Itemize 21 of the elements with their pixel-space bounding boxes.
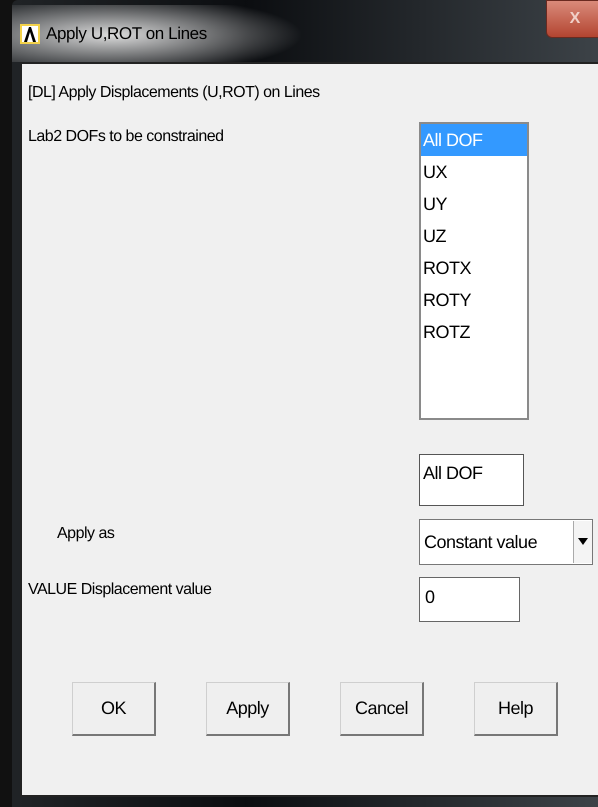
dofs-label: Lab2 DOFs to be constrained [28,127,225,147]
selection-field[interactable]: All DOF [419,454,524,506]
value-label: VALUE Displacement value [28,580,212,600]
dof-list-item[interactable]: ROTY [421,284,527,316]
window-title: Apply U,ROT on Lines [46,24,207,44]
dialog-heading: [DL] Apply Displacements (U,ROT) on Lines [28,84,321,103]
dof-list-item[interactable]: UX [421,156,527,188]
logo-icon [20,24,40,44]
dialog-button[interactable]: Cancel [340,682,424,736]
dof-list-item[interactable]: ROTX [421,252,527,284]
dialog-button[interactable]: Help [474,682,558,736]
dof-list-item[interactable]: UY [421,188,527,220]
dialog-button[interactable]: Apply [206,682,290,736]
value-field[interactable]: 0 [419,577,520,622]
dof-list-item[interactable]: UZ [421,220,527,252]
dialog-button[interactable]: OK [72,682,156,736]
dof-list-item[interactable]: ROTZ [421,316,527,348]
dropdown-arrow-icon [578,538,588,546]
apply-as-label: Apply as [56,524,116,544]
dof-listbox[interactable]: All DOF UX UY UZ ROTX ROTY ROTZ [419,122,529,420]
apply-as-dropdown[interactable]: Constant value [419,519,593,565]
